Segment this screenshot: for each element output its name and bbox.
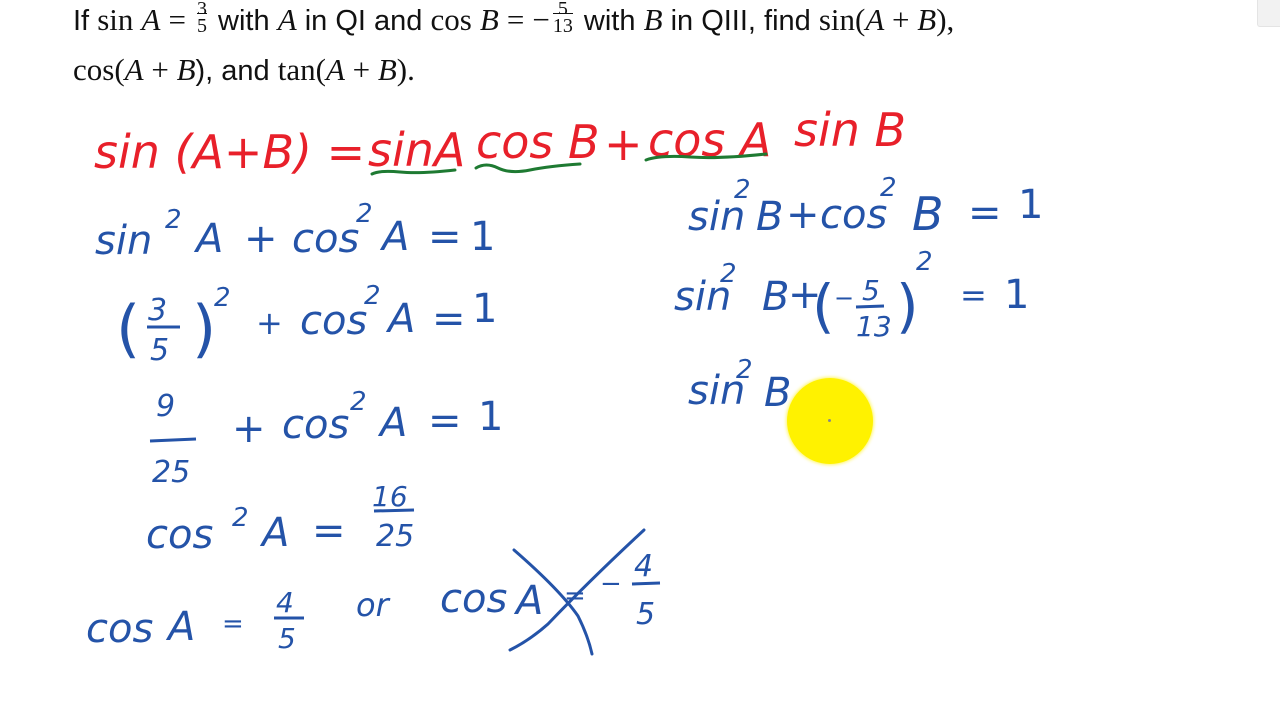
glyph-eq: =	[428, 398, 462, 444]
glyph-cos: cos	[300, 298, 367, 344]
glyph-twentyfive: 25	[376, 519, 414, 554]
glyph-lparen: (	[116, 292, 140, 365]
glyph-exponent: 2	[734, 175, 751, 205]
glyph-eq: =	[432, 296, 466, 342]
glyph-eq: =	[428, 214, 462, 260]
laser-pointer-highlight	[787, 378, 873, 464]
formula-term-cos-b: cos B	[476, 115, 600, 169]
glyph-cos: cos	[820, 192, 887, 238]
step-sub-a: ( 3 5 ) 2 + cos 2 A = 1	[116, 281, 497, 368]
formula-term-sin-b: sin B	[794, 103, 906, 157]
glyph-a: A	[385, 296, 415, 342]
glyph-exponent: 2	[214, 283, 231, 313]
glyph-b: B	[912, 187, 944, 241]
glyph-five: 5	[862, 274, 880, 307]
formula-lhs: sin (A+B) =	[94, 125, 365, 179]
glyph-one: 1	[470, 214, 495, 260]
fraction-bar	[855, 304, 885, 309]
glyph-four: 4	[276, 586, 294, 619]
glyph-cos: cos	[440, 576, 507, 622]
glyph-sixteen: 16	[372, 480, 408, 513]
step-partial-b: sin 2 B	[688, 355, 791, 416]
glyph-a: A	[379, 214, 409, 260]
glyph-exponent: 2	[232, 503, 249, 533]
fraction-bar	[149, 437, 197, 443]
glyph-or: or	[356, 586, 391, 624]
glyph-exponent: 2	[736, 355, 753, 385]
glyph-b: B	[762, 274, 789, 320]
glyph-b: B	[756, 194, 783, 240]
glyph-eq: =	[968, 190, 1002, 236]
formula-plus: +	[604, 117, 643, 171]
glyph-four: 4	[634, 549, 653, 584]
glyph-exponent: 2	[165, 205, 182, 235]
glyph-a: A	[377, 400, 407, 446]
glyph-cos: cos	[146, 512, 213, 558]
glyph-eq: =	[312, 508, 346, 554]
glyph-exponent: 2	[880, 173, 897, 203]
whiteboard-ink: sin (A+B) = sinA cos B + cos A sin B sin…	[86, 103, 1043, 656]
glyph-b: B	[764, 370, 791, 416]
glyph-eq: =	[222, 609, 244, 639]
glyph-cos: cos	[282, 402, 349, 448]
glyph-plus: +	[786, 192, 820, 238]
glyph-minus: −	[834, 284, 854, 312]
fraction-bar	[631, 581, 661, 586]
glyph-one: 1	[478, 394, 503, 440]
step-sub-b: sin 2 B + ( − 5 13 ) 2 = 1	[674, 247, 1029, 343]
glyph-three: 3	[148, 293, 167, 328]
glyph-five: 5	[278, 622, 296, 655]
pointer-center-dot	[828, 419, 831, 422]
glyph-cos: cos	[292, 216, 359, 262]
glyph-a: A	[165, 604, 195, 650]
glyph-exponent: 2	[364, 281, 381, 311]
step-square-a: 9 25 + cos 2 A = 1	[149, 387, 503, 490]
glyph-a: A	[513, 578, 543, 624]
step-solve-a: cos 2 A = 16 25	[146, 480, 414, 558]
glyph-thirteen: 13	[856, 310, 892, 343]
glyph-rparen: )	[896, 272, 919, 340]
glyph-minus: −	[600, 569, 622, 599]
glyph-exponent: 2	[720, 259, 737, 289]
glyph-exponent: 2	[916, 247, 933, 277]
right-steps: sin 2 B + cos 2 B = 1 sin 2 B + ( − 5 13…	[674, 173, 1043, 416]
glyph-plus: +	[256, 304, 283, 342]
formula-term-sin-a: sinA	[368, 123, 465, 177]
glyph-plus: +	[244, 216, 278, 262]
glyph-a: A	[193, 216, 223, 262]
glyph-one: 1	[1004, 272, 1029, 318]
glyph-exponent: 2	[356, 199, 373, 229]
glyph-a: A	[259, 510, 289, 556]
glyph-sin: sin	[95, 218, 152, 264]
glyph-plus: +	[232, 406, 266, 452]
glyph-lparen: (	[812, 272, 835, 340]
step-identity-b: sin 2 B + cos 2 B = 1	[688, 173, 1043, 241]
step-identity-a: sin 2 A + cos 2 A = 1	[95, 199, 495, 264]
glyph-exponent: 2	[350, 387, 367, 417]
left-steps: sin 2 A + cos 2 A = 1 ( 3 5 ) 2 + cos 2 …	[86, 199, 661, 656]
glyph-five: 5	[150, 333, 169, 368]
glyph-eq: =	[960, 276, 987, 314]
step-root-a: cos A = 4 5 or cos A = − 4 5	[86, 549, 661, 655]
glyph-one: 1	[1018, 182, 1043, 228]
glyph-five: 5	[636, 597, 655, 632]
fraction-bar	[373, 508, 415, 513]
glyph-nine: 9	[156, 389, 175, 424]
glyph-rparen: )	[192, 292, 216, 365]
glyph-cos: cos	[86, 606, 153, 652]
glyph-twentyfive: 25	[152, 455, 190, 490]
glyph-one: 1	[472, 286, 497, 332]
